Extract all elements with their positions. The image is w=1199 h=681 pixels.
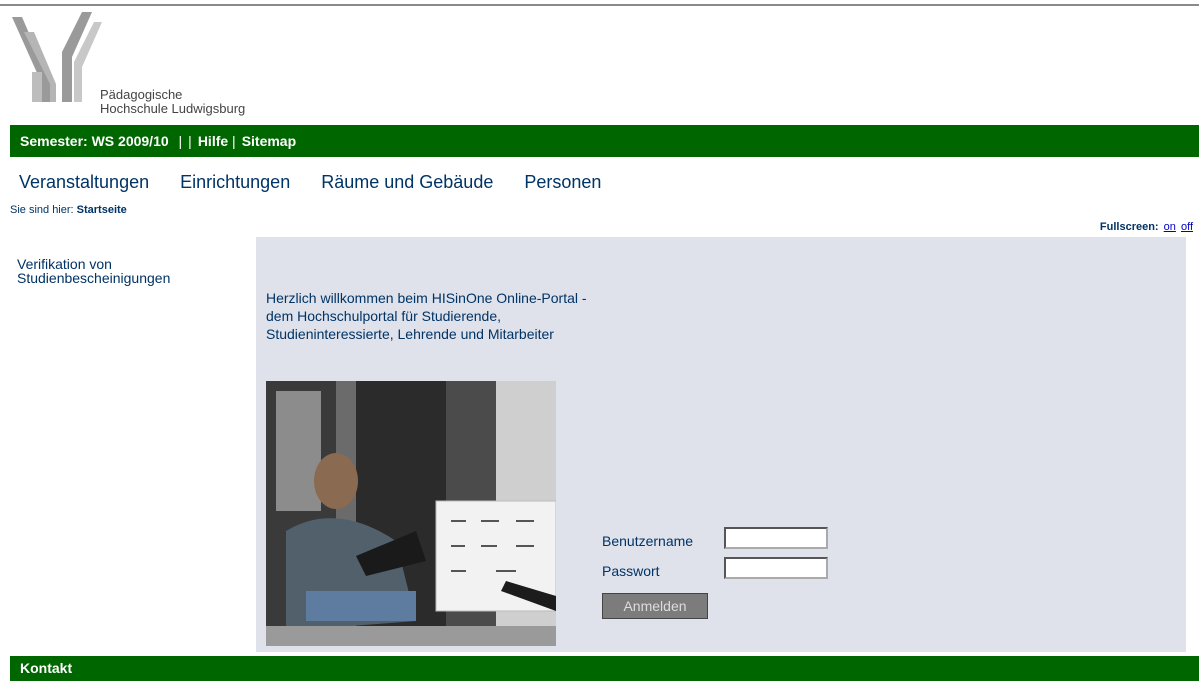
separator: |: [232, 133, 236, 149]
password-input[interactable]: [724, 557, 828, 579]
username-input[interactable]: [724, 527, 828, 549]
sidebar-item-verifikation[interactable]: Verifikation von Studienbescheinigungen: [17, 257, 247, 285]
help-link[interactable]: Hilfe: [198, 133, 228, 149]
contact-link[interactable]: Kontakt: [20, 660, 72, 676]
nav-item-raeume[interactable]: Räume und Gebäude: [321, 172, 493, 192]
fullscreen-on-link[interactable]: on: [1164, 221, 1176, 233]
username-label: Benutzername: [602, 533, 694, 549]
breadcrumb-prefix: Sie sind hier:: [10, 204, 74, 216]
password-label: Passwort: [602, 563, 660, 579]
nav-item-einrichtungen[interactable]: Einrichtungen: [180, 172, 290, 192]
nav-item-veranstaltungen[interactable]: Veranstaltungen: [19, 172, 149, 192]
top-menu-bar: Semester: WS 2009/10 | | Hilfe | Sitemap: [10, 125, 1199, 157]
logo-graphic: [12, 12, 102, 102]
breadcrumb-current[interactable]: Startseite: [77, 204, 127, 216]
main-content: Herzlich willkommen beim HISinOne Online…: [256, 237, 1186, 652]
separator: |: [188, 133, 192, 149]
breadcrumb: Sie sind hier: Startseite: [10, 204, 127, 216]
footer-bar: Kontakt: [10, 656, 1199, 681]
main-navigation: Veranstaltungen Einrichtungen Räume und …: [19, 172, 627, 193]
login-button[interactable]: Anmelden: [602, 593, 708, 619]
logo-text: Pädagogische Hochschule Ludwigsburg: [100, 87, 246, 116]
semester-selector[interactable]: Semester: WS 2009/10: [20, 133, 169, 149]
fullscreen-toggle: Fullscreen: on off: [1100, 221, 1193, 233]
sitemap-link[interactable]: Sitemap: [242, 133, 296, 149]
fullscreen-label: Fullscreen:: [1099, 221, 1159, 233]
university-logo[interactable]: Pädagogische Hochschule Ludwigsburg: [12, 12, 282, 120]
nav-item-personen[interactable]: Personen: [524, 172, 601, 192]
separator: |: [178, 133, 183, 149]
fullscreen-off-link[interactable]: off: [1181, 221, 1193, 233]
welcome-photo: [266, 381, 556, 646]
top-divider: [0, 4, 1199, 6]
welcome-text: Herzlich willkommen beim HISinOne Online…: [266, 290, 587, 342]
